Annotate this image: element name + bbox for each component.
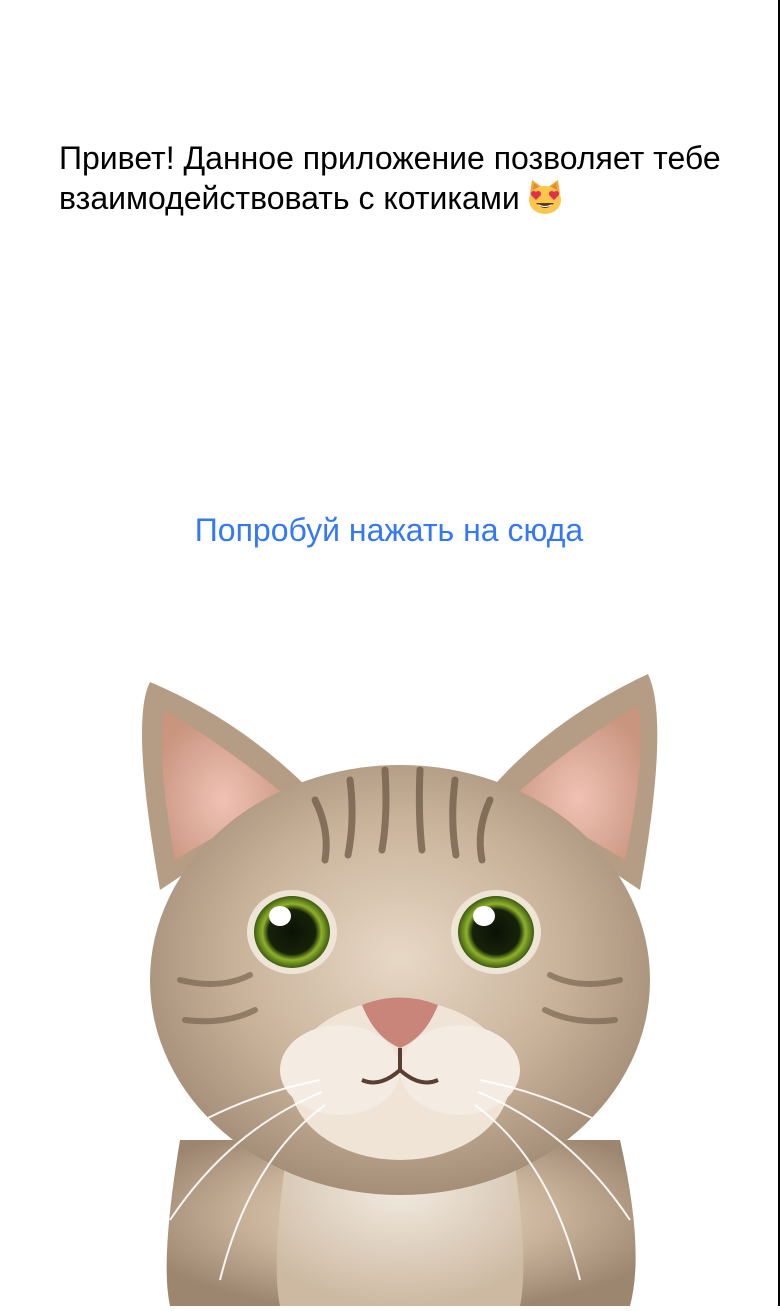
intro-text-block: Привет! Данное приложение позволяет тебе… <box>59 138 739 225</box>
intro-text: Привет! Данное приложение позволяет тебе… <box>59 140 721 216</box>
heart-eyes-cat-emoji-icon <box>526 178 564 225</box>
try-tap-link[interactable]: Попробуй нажать на сюда <box>0 510 778 550</box>
app-screen: Привет! Данное приложение позволяет тебе… <box>0 0 778 1306</box>
cat-image <box>100 660 700 1306</box>
